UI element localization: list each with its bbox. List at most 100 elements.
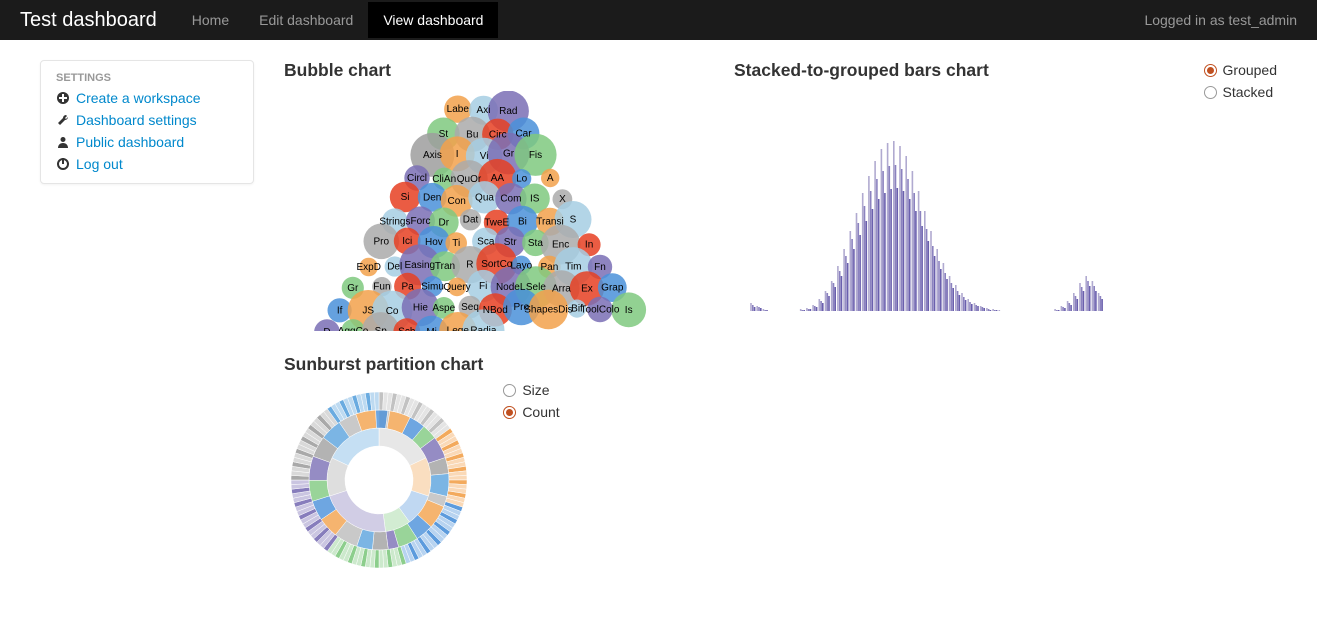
svg-text:NBod: NBod <box>483 305 508 316</box>
svg-text:ToolColo: ToolColo <box>581 304 620 315</box>
svg-text:Forc: Forc <box>411 216 431 227</box>
svg-text:AA: AA <box>491 173 505 184</box>
svg-text:Ex: Ex <box>581 283 593 294</box>
svg-text:Car: Car <box>515 128 532 139</box>
svg-text:A: A <box>547 173 554 184</box>
svg-text:Lege: Lege <box>447 326 470 332</box>
svg-text:Lo: Lo <box>516 174 528 185</box>
sidebar-item-logout[interactable]: Log out <box>41 153 253 175</box>
svg-text:Pan: Pan <box>541 262 559 273</box>
svg-text:Fis: Fis <box>529 150 542 161</box>
widget-title: Sunburst partition chart <box>284 354 483 375</box>
svg-text:Sp: Sp <box>375 326 388 331</box>
svg-text:Gr: Gr <box>503 149 515 160</box>
nav-edit-dashboard[interactable]: Edit dashboard <box>244 2 368 38</box>
svg-text:Ici: Ici <box>402 236 412 247</box>
navbar: Test dashboard Home Edit dashboard View … <box>0 0 1317 40</box>
widget-sunburst: Sunburst partition chart Size Count <box>284 354 714 578</box>
radio-icon <box>1204 64 1217 77</box>
svg-text:Is: Is <box>625 305 633 316</box>
svg-text:JS: JS <box>362 306 374 317</box>
svg-text:Hie: Hie <box>413 303 428 314</box>
bars-controls: Grouped Stacked <box>1204 62 1277 100</box>
svg-text:Del: Del <box>387 262 402 273</box>
svg-text:Easing: Easing <box>405 260 436 271</box>
svg-text:Dat: Dat <box>463 215 479 226</box>
svg-text:S: S <box>570 215 577 226</box>
svg-text:Sele: Sele <box>526 282 546 293</box>
svg-text:Str: Str <box>504 237 517 248</box>
svg-text:Sta: Sta <box>528 238 543 249</box>
svg-text:Tran: Tran <box>435 261 455 272</box>
svg-text:X: X <box>559 194 566 205</box>
sidebar-link[interactable]: Public dashboard <box>76 134 184 150</box>
svg-text:Qua: Qua <box>475 192 494 203</box>
radio-label: Count <box>522 404 559 420</box>
svg-text:AggCo: AggCo <box>338 326 369 331</box>
svg-text:Query: Query <box>443 282 470 293</box>
power-icon <box>56 157 70 171</box>
nav-home[interactable]: Home <box>177 2 244 38</box>
widget-title: Bubble chart <box>284 60 714 81</box>
svg-text:I: I <box>456 149 459 160</box>
widget-title: Stacked-to-grouped bars chart <box>734 60 1184 81</box>
svg-text:Radia: Radia <box>470 326 497 332</box>
brand[interactable]: Test dashboard <box>20 9 157 32</box>
radio-label: Stacked <box>1223 84 1274 100</box>
radio-size[interactable]: Size <box>503 382 559 398</box>
svg-text:Axi: Axi <box>477 105 491 116</box>
sidebar-item-create-workspace[interactable]: Create a workspace <box>41 87 253 109</box>
svg-text:Ti: Ti <box>452 238 460 249</box>
svg-text:R: R <box>466 260 473 271</box>
svg-text:Bi: Bi <box>518 216 527 227</box>
svg-text:ExpD: ExpD <box>356 262 380 273</box>
svg-text:Co: Co <box>386 306 399 317</box>
svg-text:Tim: Tim <box>565 261 581 272</box>
radio-stacked[interactable]: Stacked <box>1204 84 1277 100</box>
svg-text:Si: Si <box>401 192 410 203</box>
plus-circle-icon <box>56 91 70 105</box>
svg-text:Circl: Circl <box>407 173 427 184</box>
svg-text:Pa: Pa <box>401 281 414 292</box>
bubble-chart: LabeAxiRadStBuCircCarAxisIViGrFisCirclCl… <box>284 91 684 331</box>
radio-icon <box>1204 86 1217 99</box>
svg-text:Labe: Labe <box>447 104 470 115</box>
svg-text:Layo: Layo <box>510 260 532 271</box>
sidebar-link[interactable]: Create a workspace <box>76 90 201 106</box>
svg-text:IS: IS <box>530 194 540 205</box>
svg-text:Fi: Fi <box>479 281 487 292</box>
svg-text:Bu: Bu <box>466 129 478 140</box>
svg-text:In: In <box>585 240 593 251</box>
sidebar-link[interactable]: Log out <box>76 156 123 172</box>
svg-text:Arra: Arra <box>552 284 571 295</box>
svg-text:ShapesDis: ShapesDis <box>524 304 572 315</box>
svg-text:Enc: Enc <box>552 240 569 251</box>
sidebar-item-dashboard-settings[interactable]: Dashboard settings <box>41 109 253 131</box>
svg-text:Sch: Sch <box>398 327 415 331</box>
sunburst-controls: Size Count <box>503 382 559 420</box>
radio-label: Grouped <box>1223 62 1277 78</box>
svg-text:Grap: Grap <box>601 283 624 294</box>
bars-chart <box>734 91 1114 311</box>
svg-text:Fun: Fun <box>373 282 390 293</box>
svg-text:Gr: Gr <box>347 283 359 294</box>
sidebar-header: Settings <box>41 69 253 87</box>
radio-count[interactable]: Count <box>503 404 559 420</box>
radio-grouped[interactable]: Grouped <box>1204 62 1277 78</box>
sunburst-chart <box>284 385 474 575</box>
svg-text:Con: Con <box>448 196 466 207</box>
svg-text:Transi: Transi <box>536 217 563 228</box>
svg-text:Seq: Seq <box>461 302 479 313</box>
svg-text:If: If <box>337 305 343 316</box>
wrench-icon <box>56 113 70 127</box>
widget-bubble: Bubble chart LabeAxiRadStBuCircCarAxisIV… <box>284 60 714 334</box>
sidebar-item-public-dashboard[interactable]: Public dashboard <box>41 131 253 153</box>
radio-label: Size <box>522 382 549 398</box>
svg-text:Strings: Strings <box>379 217 410 228</box>
svg-text:Circ: Circ <box>489 129 507 140</box>
nav-view-dashboard[interactable]: View dashboard <box>368 2 498 38</box>
sidebar-link[interactable]: Dashboard settings <box>76 112 197 128</box>
svg-text:D: D <box>323 327 330 331</box>
widget-bars: Stacked-to-grouped bars chart Grouped St… <box>734 60 1277 334</box>
svg-text:Sca: Sca <box>477 236 495 247</box>
